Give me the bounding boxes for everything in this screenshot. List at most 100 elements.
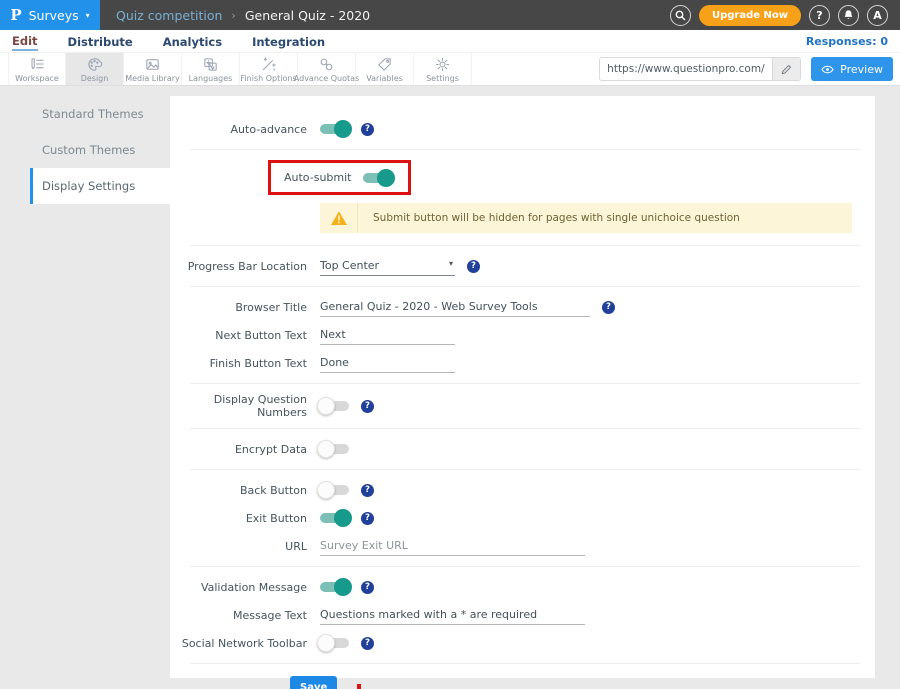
warning-text: Submit button will be hidden for pages w…	[358, 203, 740, 233]
next-button-text-input[interactable]	[320, 326, 455, 345]
tag-icon	[376, 56, 393, 73]
exit-url-label: URL	[170, 540, 320, 553]
pencil-icon	[781, 64, 792, 75]
warning-triangle-icon	[330, 210, 348, 226]
auto-submit-row: Auto-submit	[268, 160, 875, 195]
exit-url-input[interactable]	[320, 537, 585, 556]
auto-advance-toggle[interactable]	[320, 124, 349, 134]
divider	[190, 566, 860, 567]
validation-message-toggle[interactable]	[320, 582, 349, 592]
progress-bar-help-icon[interactable]: ?	[467, 260, 480, 273]
divider	[190, 245, 860, 246]
breadcrumb: Quiz competition › General Quiz - 2020	[116, 8, 370, 23]
display-question-numbers-label: Display Question Numbers	[170, 393, 320, 419]
toolbar-item-media-library[interactable]: Media Library	[124, 53, 182, 85]
design-sidebar: Standard Themes Custom Themes Display Se…	[30, 96, 170, 678]
divider	[190, 383, 860, 384]
divider	[190, 149, 860, 150]
toolbar-item-advance-quotas[interactable]: Advance Quotas	[298, 53, 356, 85]
next-button-text-label: Next Button Text	[170, 329, 320, 342]
auto-submit-label: Auto-submit	[284, 171, 351, 184]
browser-title-help-icon[interactable]: ?	[602, 301, 615, 314]
palette-icon	[86, 56, 103, 73]
divider	[190, 286, 860, 287]
tab-analytics[interactable]: Analytics	[163, 32, 222, 50]
questionpro-logo: P	[10, 6, 21, 24]
sidebar-item-custom-themes[interactable]: Custom Themes	[30, 132, 170, 168]
auto-advance-help-icon[interactable]: ?	[361, 123, 374, 136]
toolbar-item-settings[interactable]: Settings	[414, 53, 472, 85]
progress-bar-location-select[interactable]: Top Center ▾	[320, 257, 455, 276]
gear-icon	[434, 56, 451, 73]
sidebar-item-standard-themes[interactable]: Standard Themes	[30, 96, 170, 132]
encrypt-data-toggle[interactable]	[320, 444, 349, 454]
auto-submit-toggle[interactable]	[363, 173, 392, 183]
social-network-toolbar-label: Social Network Toolbar	[170, 637, 320, 650]
survey-subnav: Edit Distribute Analytics Integration Re…	[0, 30, 900, 53]
search-button[interactable]	[670, 5, 691, 26]
social-network-toolbar-toggle[interactable]	[320, 638, 349, 648]
tab-distribute[interactable]: Distribute	[68, 32, 133, 50]
help-button[interactable]: ?	[809, 5, 830, 26]
translate-icon	[202, 56, 219, 73]
bell-icon	[843, 9, 854, 21]
breadcrumb-survey-title: General Quiz - 2020	[245, 8, 370, 23]
display-question-numbers-toggle[interactable]	[320, 401, 349, 411]
back-button-label: Back Button	[170, 484, 320, 497]
workspace-icon	[29, 56, 46, 73]
toolbar-item-design[interactable]: Design	[66, 53, 124, 85]
notifications-button[interactable]	[838, 5, 859, 26]
magic-wand-icon	[260, 56, 277, 73]
exit-button-help-icon[interactable]: ?	[361, 512, 374, 525]
eye-icon	[821, 65, 834, 74]
edit-toolbar: Workspace Design Media Library Languages…	[0, 53, 900, 86]
social-network-toolbar-help-icon[interactable]: ?	[361, 637, 374, 650]
edit-url-button[interactable]	[772, 58, 800, 80]
sidebar-item-display-settings[interactable]: Display Settings	[30, 168, 170, 204]
back-button-help-icon[interactable]: ?	[361, 484, 374, 497]
display-question-numbers-help-icon[interactable]: ?	[361, 400, 374, 413]
surveys-menu[interactable]: P Surveys ▾	[0, 0, 100, 30]
breadcrumb-folder[interactable]: Quiz competition	[116, 8, 222, 23]
breadcrumb-separator-icon: ›	[231, 9, 235, 22]
red-dot-annotation	[357, 684, 361, 689]
browser-title-label: Browser Title	[170, 301, 320, 314]
tab-integration[interactable]: Integration	[252, 32, 325, 50]
message-text-label: Message Text	[170, 609, 320, 622]
image-icon	[144, 56, 161, 73]
upgrade-now-button[interactable]: Upgrade Now	[699, 5, 801, 26]
validation-message-help-icon[interactable]: ?	[361, 581, 374, 594]
toolbar-item-workspace[interactable]: Workspace	[8, 53, 66, 85]
display-settings-panel: Auto-advance ? Auto-submit Submit button…	[170, 96, 875, 678]
search-icon	[675, 10, 686, 21]
back-button-toggle[interactable]	[320, 485, 349, 495]
save-area: Save	[170, 674, 875, 689]
toolbar-item-finish-options[interactable]: Finish Options	[240, 53, 298, 85]
preview-button[interactable]: Preview	[811, 57, 893, 81]
finish-button-text-input[interactable]	[320, 354, 455, 373]
toolbar-item-languages[interactable]: Languages	[182, 53, 240, 85]
app-header: P Surveys ▾ Quiz competition › General Q…	[0, 0, 900, 30]
select-caret-icon: ▾	[449, 259, 455, 272]
tab-edit[interactable]: Edit	[12, 31, 38, 51]
browser-title-input[interactable]	[320, 298, 590, 317]
save-button[interactable]: Save	[290, 676, 337, 689]
divider	[190, 469, 860, 470]
finish-button-text-label: Finish Button Text	[170, 357, 320, 370]
survey-url-input[interactable]	[600, 58, 772, 80]
avatar-initial: A	[873, 9, 882, 22]
account-avatar[interactable]: A	[867, 5, 888, 26]
chevron-down-icon: ▾	[86, 11, 90, 20]
divider	[190, 663, 860, 664]
exit-button-toggle[interactable]	[320, 513, 349, 523]
exit-button-label: Exit Button	[170, 512, 320, 525]
responses-count[interactable]: Responses: 0	[806, 35, 888, 48]
message-text-input[interactable]	[320, 606, 585, 625]
auto-advance-label: Auto-advance	[170, 123, 320, 136]
toolbar-item-variables[interactable]: Variables	[356, 53, 414, 85]
encrypt-data-label: Encrypt Data	[170, 443, 320, 456]
validation-message-label: Validation Message	[170, 581, 320, 594]
auto-submit-warning: Submit button will be hidden for pages w…	[320, 203, 852, 233]
survey-url-group	[599, 57, 801, 81]
divider	[190, 428, 860, 429]
